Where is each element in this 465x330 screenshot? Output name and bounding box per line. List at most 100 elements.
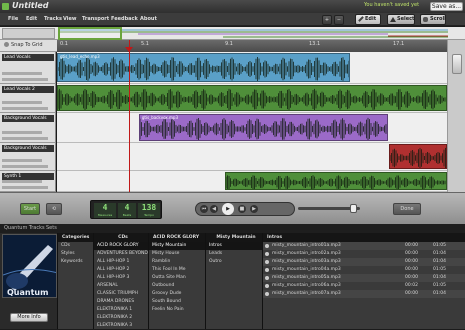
track-volume-slider[interactable] — [2, 180, 42, 183]
play-preview-icon[interactable] — [265, 252, 269, 256]
fast-forward-icon[interactable]: ▶ — [250, 205, 258, 213]
tab-sets[interactable]: Sets — [46, 225, 57, 231]
audio-clip[interactable]: gtis_backvox.mp3 — [138, 114, 389, 141]
rewind-icon[interactable]: ◀ — [210, 205, 218, 213]
file-row[interactable]: misty_mountain_intro05a.mp3 00:00 01:04 — [263, 274, 465, 282]
menu-transport[interactable]: Transport — [82, 16, 109, 22]
track-header[interactable]: Lead Vocals 2 — [0, 84, 56, 113]
track-header[interactable]: Background Vocals — [0, 143, 56, 171]
section-item[interactable]: Leads — [206, 250, 262, 258]
more-info-button[interactable]: More Info — [10, 313, 48, 322]
track-lane[interactable] — [57, 143, 447, 171]
song-item[interactable]: South Bound — [149, 298, 205, 306]
song-item[interactable]: Outta Site Man — [149, 274, 205, 282]
track-pan-slider[interactable] — [2, 107, 48, 110]
cd-item[interactable]: DRAMA DRONES — [94, 298, 148, 306]
track-lane[interactable]: gtis_lead_echo.mp3 — [57, 52, 447, 84]
song-item[interactable]: Feelin No Pain — [149, 306, 205, 314]
cd-item[interactable]: ALL HIP-HOP 3 — [94, 274, 148, 282]
file-row[interactable]: misty_mountain_intro06a.mp3 00:02 01:05 — [263, 282, 465, 290]
track-volume-slider[interactable] — [2, 159, 42, 162]
menu-tracks[interactable]: Tracks — [44, 16, 62, 22]
menu-file[interactable]: File — [8, 16, 18, 22]
playhead[interactable] — [129, 40, 130, 192]
master-volume-knob[interactable] — [452, 54, 462, 74]
track-name[interactable]: Synth 1 — [2, 173, 54, 180]
play-preview-icon[interactable] — [265, 260, 269, 264]
audio-clip[interactable] — [57, 85, 447, 111]
song-item[interactable]: Misty House — [149, 250, 205, 258]
track-name[interactable]: Background Vocals — [2, 115, 54, 122]
file-row[interactable]: misty_mountain_intro03a.mp3 00:00 01:04 — [263, 258, 465, 266]
edit-tool-button[interactable]: Edit — [355, 14, 381, 25]
zoom-in-button[interactable]: + — [322, 15, 332, 25]
category-item[interactable]: CDs — [58, 242, 93, 250]
track-header[interactable]: Lead Vocals — [0, 52, 56, 84]
track-lane[interactable] — [57, 84, 447, 113]
cd-item[interactable]: ACID ROCK GLORY — [94, 242, 148, 250]
play-preview-icon[interactable] — [265, 244, 269, 248]
position-slider[interactable] — [298, 204, 360, 213]
track-volume-slider[interactable] — [2, 131, 42, 134]
loop-button[interactable]: ⟲ — [46, 203, 62, 215]
snap-to-grid-toggle[interactable]: Snap To Grid — [4, 42, 43, 48]
track-volume-slider[interactable] — [2, 101, 42, 104]
tab-quantum-tracks[interactable]: Quantum Tracks — [4, 225, 45, 231]
overview-viewport[interactable] — [58, 27, 122, 40]
done-button[interactable]: Done — [393, 203, 421, 215]
stop-icon[interactable]: ■ — [238, 205, 246, 213]
play-icon[interactable]: ▶ — [222, 203, 234, 215]
file-row[interactable]: misty_mountain_intro01a.mp3 00:00 01:05 — [263, 242, 465, 250]
cd-item[interactable]: ALL HIP-HOP 2 — [94, 266, 148, 274]
track-pan-slider[interactable] — [2, 186, 48, 189]
play-preview-icon[interactable] — [265, 268, 269, 272]
menu-feedback[interactable]: Feedback — [111, 16, 138, 22]
track-name[interactable]: Lead Vocals — [2, 54, 54, 61]
track-name[interactable]: Background Vocals — [2, 145, 54, 152]
section-item[interactable]: Outro — [206, 258, 262, 266]
song-item[interactable]: Groovy Dude — [149, 290, 205, 298]
play-preview-icon[interactable] — [265, 292, 269, 296]
cd-item[interactable]: ARSENAL — [94, 282, 148, 290]
category-item[interactable]: Styles — [58, 250, 93, 258]
track-header[interactable]: Background Vocals — [0, 113, 56, 143]
scroll-tool-button[interactable]: Scroll — [420, 14, 446, 25]
song-item[interactable]: Misty Mountain — [149, 242, 205, 250]
play-preview-icon[interactable] — [265, 276, 269, 280]
category-item[interactable]: Keywords — [58, 258, 93, 266]
cd-item[interactable]: ALL HIP-HOP 1 — [94, 258, 148, 266]
song-item[interactable]: This Fool In Me — [149, 266, 205, 274]
track-pan-slider[interactable] — [2, 78, 48, 81]
cd-item[interactable]: CLASSIC TRIUMPH — [94, 290, 148, 298]
section-item[interactable]: Intros — [206, 242, 262, 250]
file-row[interactable]: misty_mountain_intro07a.mp3 00:00 01:04 — [263, 290, 465, 298]
audio-clip[interactable]: gtis_lead_echo.mp3 — [57, 53, 350, 82]
select-tool-button[interactable]: Select — [387, 14, 415, 25]
menu-about[interactable]: About — [140, 16, 157, 22]
cd-item[interactable]: ADVENTURES BEYOND — [94, 250, 148, 258]
play-preview-icon[interactable] — [265, 284, 269, 288]
track-pan-slider[interactable] — [2, 137, 48, 140]
record-button[interactable]: Start — [20, 203, 40, 215]
position-slider-knob[interactable] — [350, 204, 357, 213]
track-lane[interactable]: gtis_backvox.mp3 — [57, 113, 447, 143]
audio-clip[interactable] — [224, 172, 447, 190]
rewind-start-icon[interactable]: ⏮ — [200, 205, 208, 213]
track-lane[interactable] — [57, 171, 447, 192]
menu-view[interactable]: View — [63, 16, 77, 22]
song-item[interactable]: Ramblin — [149, 258, 205, 266]
playhead-marker[interactable] — [125, 47, 133, 52]
file-row[interactable]: misty_mountain_intro04a.mp3 00:00 01:05 — [263, 266, 465, 274]
song-item[interactable]: Outbound — [149, 282, 205, 290]
track-header[interactable]: Synth 1 — [0, 171, 56, 192]
cd-item[interactable]: ELEKTRONIKA 1 — [94, 306, 148, 314]
track-volume-slider[interactable] — [2, 72, 42, 75]
menu-edit[interactable]: Edit — [26, 16, 37, 22]
timeline-overview[interactable] — [0, 27, 465, 40]
timeline-ruler[interactable]: 0.1 5.1 9.1 13.1 17.1 — [57, 40, 447, 52]
audio-clip[interactable] — [388, 144, 447, 169]
track-name[interactable]: Lead Vocals 2 — [2, 86, 54, 93]
file-row[interactable]: misty_mountain_intro02a.mp3 00:00 01:04 — [263, 250, 465, 258]
save-as-button[interactable]: Save as... — [430, 2, 463, 11]
track-pan-slider[interactable] — [2, 165, 48, 168]
